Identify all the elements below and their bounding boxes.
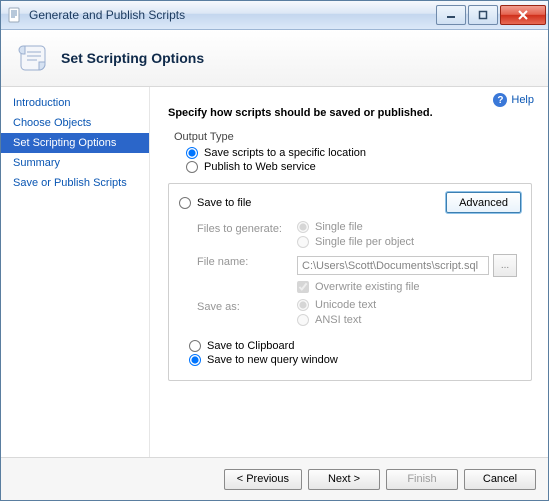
window-title: Generate and Publish Scripts <box>29 8 434 22</box>
main-panel: ? Help Specify how scripts should be sav… <box>150 87 548 457</box>
files-to-generate-label: Files to generate: <box>197 221 287 248</box>
maximize-button[interactable] <box>468 5 498 25</box>
radio-single-file-label: Single file <box>315 221 363 233</box>
radio-save-location[interactable] <box>186 147 198 159</box>
sidebar-item-summary[interactable]: Summary <box>1 153 149 173</box>
help-label: Help <box>511 94 534 106</box>
instruction-text: Specify how scripts should be saved or p… <box>168 107 532 119</box>
wizard-footer: < Previous Next > Finish Cancel <box>1 457 548 500</box>
overwrite-checkbox <box>297 281 309 293</box>
close-button[interactable] <box>500 5 546 25</box>
sidebar-item-choose-objects[interactable]: Choose Objects <box>1 113 149 133</box>
radio-ansi-label: ANSI text <box>315 314 361 326</box>
sidebar-item-introduction[interactable]: Introduction <box>1 93 149 113</box>
finish-button[interactable]: Finish <box>386 469 458 490</box>
radio-unicode-label: Unicode text <box>315 299 376 311</box>
file-name-input <box>297 256 489 275</box>
advanced-button[interactable]: Advanced <box>446 192 521 213</box>
radio-save-to-file[interactable] <box>179 197 191 209</box>
minimize-button[interactable] <box>436 5 466 25</box>
overwrite-label: Overwrite existing file <box>315 281 420 293</box>
scroll-icon <box>15 40 51 76</box>
radio-save-to-clipboard[interactable] <box>189 340 201 352</box>
radio-save-to-clipboard-label: Save to Clipboard <box>207 340 294 352</box>
sidebar-item-set-scripting-options[interactable]: Set Scripting Options <box>1 133 149 153</box>
radio-unicode <box>297 299 309 311</box>
page-title: Set Scripting Options <box>61 50 204 66</box>
radio-publish-web[interactable] <box>186 161 198 173</box>
cancel-button[interactable]: Cancel <box>464 469 536 490</box>
output-type-label: Output Type <box>174 131 532 143</box>
radio-file-per-object-label: Single file per object <box>315 236 414 248</box>
sidebar: Introduction Choose Objects Set Scriptin… <box>1 87 150 457</box>
app-icon <box>7 7 23 23</box>
wizard-body: Introduction Choose Objects Set Scriptin… <box>1 87 548 457</box>
save-to-file-options: Files to generate: Single file Single fi… <box>197 221 517 326</box>
help-link[interactable]: ? Help <box>493 93 534 107</box>
save-options-group: Save to file Advanced Files to generate:… <box>168 183 532 381</box>
previous-button[interactable]: < Previous <box>224 469 302 490</box>
help-icon: ? <box>493 93 507 107</box>
radio-file-per-object <box>297 236 309 248</box>
sidebar-item-save-or-publish[interactable]: Save or Publish Scripts <box>1 173 149 193</box>
radio-single-file <box>297 221 309 233</box>
window-buttons <box>434 5 546 25</box>
radio-save-to-file-label: Save to file <box>197 197 251 209</box>
radio-ansi <box>297 314 309 326</box>
save-as-label: Save as: <box>197 299 287 326</box>
radio-save-to-new-query[interactable] <box>189 354 201 366</box>
title-bar: Generate and Publish Scripts <box>1 1 548 30</box>
radio-save-location-label: Save scripts to a specific location <box>204 147 366 159</box>
radio-save-to-new-query-label: Save to new query window <box>207 354 338 366</box>
browse-button: ... <box>493 254 517 277</box>
next-button[interactable]: Next > <box>308 469 380 490</box>
wizard-window: Generate and Publish Scripts Set Scripti… <box>0 0 549 501</box>
radio-publish-web-label: Publish to Web service <box>204 161 316 173</box>
file-name-label: File name: <box>197 254 287 293</box>
wizard-header: Set Scripting Options <box>1 30 548 87</box>
